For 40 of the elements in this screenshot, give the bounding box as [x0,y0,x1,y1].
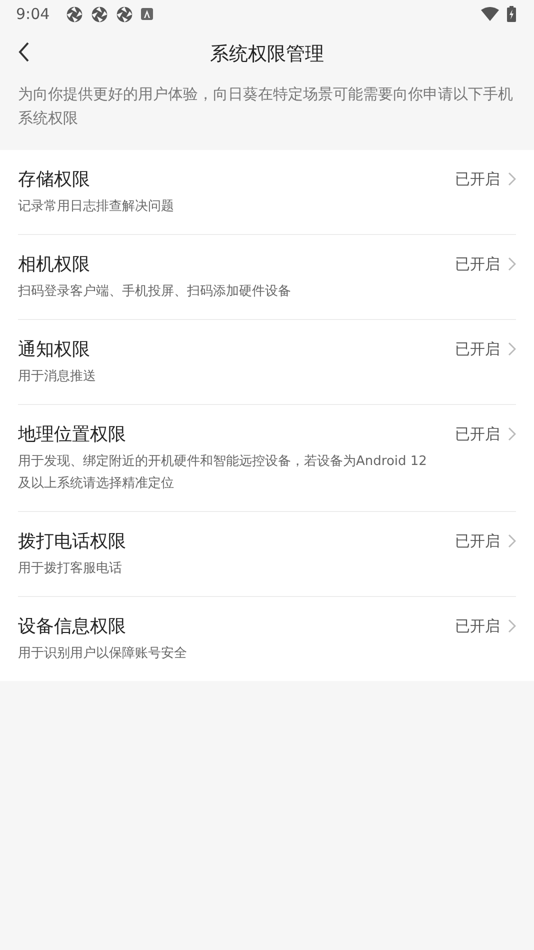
permission-item[interactable]: 通知权限 用于消息推送 已开启 [18,320,516,405]
permission-status: 已开启 [455,254,500,275]
permission-name: 通知权限 [18,338,91,362]
permission-status: 已开启 [455,616,500,637]
permission-item[interactable]: 设备信息权限 用于识别用户以保障账号安全 已开启 [18,597,516,681]
app-notification-icon [90,6,108,22]
page-title: 系统权限管理 [210,42,324,67]
permission-name: 拨打电话权限 [18,530,127,554]
permission-status: 已开启 [455,424,500,445]
permission-name: 相机权限 [18,253,91,277]
wifi-icon [481,7,499,21]
permission-status: 已开启 [455,531,500,552]
chevron-right-icon [508,257,516,272]
permission-name: 设备信息权限 [18,615,127,639]
permission-item[interactable]: 拨打电话权限 用于拨打客服电话 已开启 [18,512,516,597]
app-notification-icon [116,6,133,22]
battery-icon [507,6,516,22]
permission-status: 已开启 [455,169,500,190]
back-icon[interactable] [18,42,30,62]
chevron-right-icon [508,427,516,442]
permission-description: 记录常用日志排查解决问题 [18,198,175,216]
intro-text: 为向你提供更好的用户体验，向日葵在特定场景可能需要向你申请以下手机系统权限 [17,84,514,129]
app-notification-icon [66,6,83,22]
permission-name: 存储权限 [18,168,91,192]
permission-name: 地理位置权限 [18,423,127,447]
permission-description: 用于拨打客服电话 [18,560,123,578]
chevron-right-icon [508,342,516,356]
chevron-right-icon [508,534,516,548]
permission-item[interactable]: 地理位置权限 用于发现、绑定附近的开机硬件和智能远控设备，若设备为Android 12及以上系统请选择精准定位 已开启 [18,405,516,512]
permission-item[interactable]: 存储权限 记录常用日志排查解决问题 已开启 [18,150,516,235]
permission-description: 用于消息推送 [18,368,97,386]
status-time: 9:04 [16,4,50,25]
permission-description: 用于识别用户以保障账号安全 [18,645,188,663]
permission-description: 扫码登录客户端、手机投屏、扫码添加硬件设备 [18,283,292,301]
chevron-right-icon [508,172,516,186]
permission-description: 用于发现、绑定附近的开机硬件和智能远控设备，若设备为Android 12及以上系统请选择精准定位 [18,453,428,493]
permission-item[interactable]: 相机权限 扫码登录客户端、手机投屏、扫码添加硬件设备 已开启 [18,235,516,320]
chevron-right-icon [508,619,516,634]
keyboard-app-icon [140,8,153,20]
permission-status: 已开启 [455,339,500,360]
